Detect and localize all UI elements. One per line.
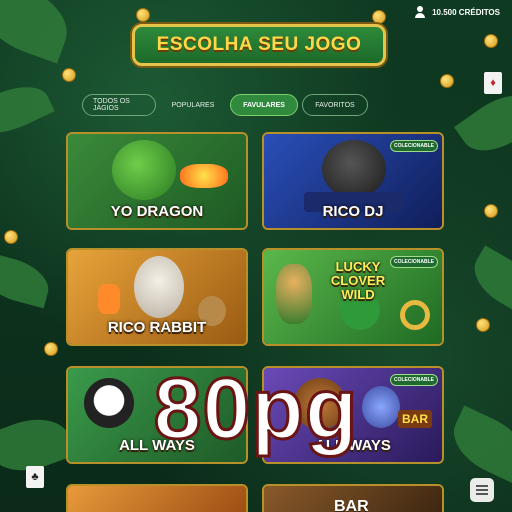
- game-title: RICO DJ: [322, 203, 384, 220]
- carrot-art: [98, 284, 120, 314]
- page-title-banner: ESCOLHA SEU JOGO: [132, 24, 386, 66]
- gorilla-art: [322, 140, 386, 198]
- leprechaun-art: [276, 264, 312, 324]
- card-diamond-icon: ♦: [484, 72, 502, 94]
- leaf-decoration: [464, 245, 512, 317]
- game-title-line: LUCKY: [335, 259, 381, 274]
- horseshoe-art: [400, 300, 430, 330]
- credits-balance: 10.500 CRÉDITOS: [432, 7, 500, 17]
- game-title: RICO RABBIT: [107, 319, 207, 336]
- game-title: LUCKY CLOVER WILD: [318, 260, 398, 302]
- coin-decoration: [440, 74, 454, 88]
- collectible-badge: COLECIONABLE: [390, 140, 438, 152]
- watermark-text: 80pg: [152, 361, 359, 457]
- coin-decoration: [484, 204, 498, 218]
- leaf-decoration: [0, 251, 54, 309]
- coin-decoration: [372, 10, 386, 24]
- leaf-decoration: [0, 74, 55, 146]
- leaf-decoration: [454, 81, 512, 165]
- game-title-line: WILD: [341, 287, 375, 302]
- fire-art: [180, 164, 228, 188]
- page-title: ESCOLHA SEU JOGO: [156, 34, 362, 55]
- tab-favoritos[interactable]: FAVORITOS: [302, 94, 368, 116]
- coin-decoration: [484, 34, 498, 48]
- rabbit-art: [134, 256, 184, 318]
- menu-icon[interactable]: [470, 478, 494, 502]
- tab-favulares[interactable]: FAVULARES: [230, 94, 298, 116]
- coin-decoration: [136, 8, 150, 22]
- card-spade-icon: ♣: [26, 466, 44, 488]
- coin-decoration: [62, 68, 76, 82]
- game-title: YO DRAGON: [110, 203, 204, 220]
- game-card-partial[interactable]: [66, 484, 248, 512]
- coin-decoration: [476, 318, 490, 332]
- tab-populares[interactable]: POPULARES: [160, 94, 226, 116]
- leaf-decoration: [0, 0, 78, 64]
- game-card-yo-dragon[interactable]: YO DRAGON: [66, 132, 248, 230]
- game-card-rico-rabbit[interactable]: RICO RABBIT: [66, 248, 248, 346]
- account-bar[interactable]: 10.500 CRÉDITOS: [414, 6, 500, 18]
- game-card-rico-dj[interactable]: COLECIONABLE RICO DJ: [262, 132, 444, 230]
- coin-decoration: [44, 342, 58, 356]
- coin-decoration: [4, 230, 18, 244]
- filter-tabs: TODOS OS JÁGIOS POPULARES FAVULARES FAVO…: [82, 94, 430, 116]
- game-title-line: CLOVER: [330, 273, 386, 288]
- game-title: BAR: [334, 498, 369, 512]
- game-card-lucky-clover-wild[interactable]: COLECIONABLE LUCKY CLOVER WILD: [262, 248, 444, 346]
- game-card-bar-partial[interactable]: BAR: [262, 484, 444, 512]
- tab-todos[interactable]: TODOS OS JÁGIOS: [82, 94, 156, 116]
- user-icon: [414, 6, 426, 18]
- dragon-art: [112, 140, 176, 200]
